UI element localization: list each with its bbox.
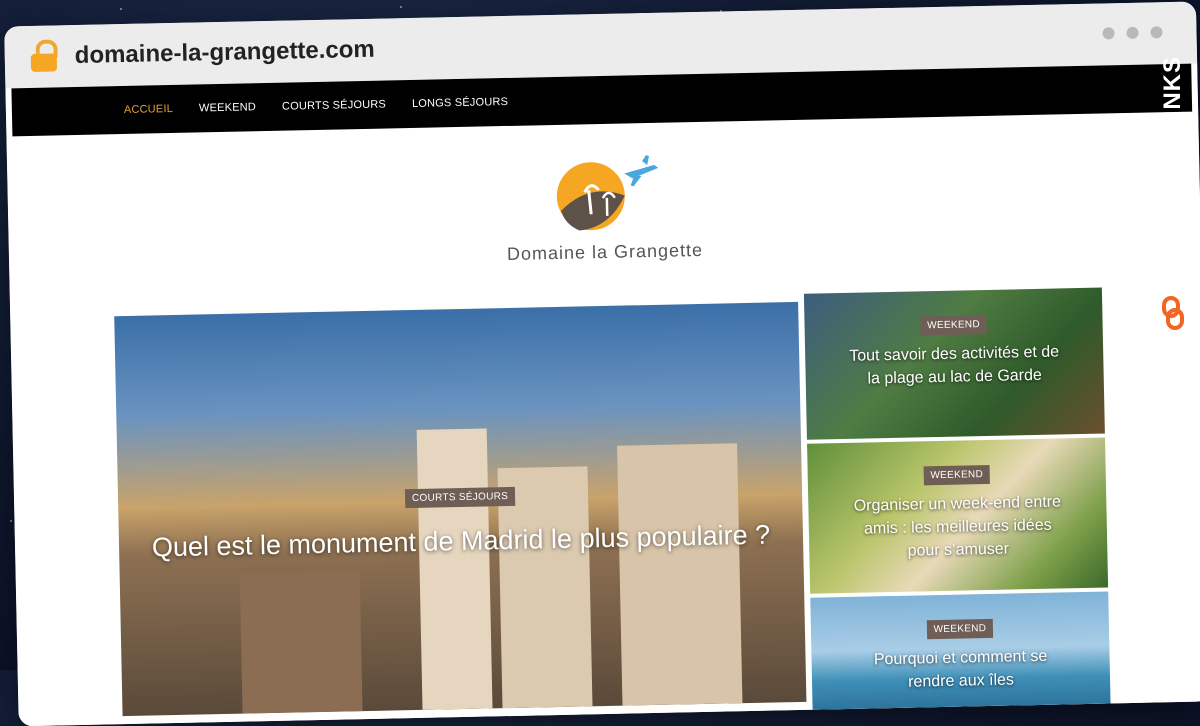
side-article[interactable]: WEEKEND Pourquoi et comment se rendre au…	[810, 591, 1111, 718]
window-dot-icon[interactable]	[1126, 26, 1139, 39]
lock-icon	[28, 39, 61, 74]
building-silhouette	[416, 428, 493, 710]
featured-grid: COURTS SÉJOURS Quel est le monument de M…	[114, 287, 1111, 718]
window-dot-icon[interactable]	[1150, 26, 1163, 39]
side-overlay: WEEKEND Organiser un week-end entre amis…	[808, 462, 1108, 566]
nav-item-courts-sejours[interactable]: COURTS SÉJOURS	[282, 99, 386, 113]
side-overlay: WEEKEND Tout savoir des activités et de …	[804, 312, 1103, 393]
logo-icon	[538, 151, 670, 236]
window-dot-icon[interactable]	[1102, 27, 1115, 40]
side-article[interactable]: WEEKEND Organiser un week-end entre amis…	[807, 437, 1109, 594]
category-tag[interactable]: COURTS SÉJOURS	[404, 486, 516, 509]
category-tag[interactable]: WEEKEND	[920, 314, 988, 336]
window-controls	[1102, 26, 1163, 40]
watermark-text: GUESTPOSTLINKS	[1159, 56, 1186, 291]
nav-item-longs-sejours[interactable]: LONGS SÉJOURS	[412, 96, 508, 110]
side-title[interactable]: Organiser un week-end entre amis : les m…	[808, 490, 1107, 566]
site-logo[interactable]: Domaine la Grangette	[6, 111, 1200, 304]
site-name: Domaine la Grangette	[506, 239, 704, 264]
side-article[interactable]: WEEKEND Tout savoir des activités et de …	[803, 287, 1105, 440]
fountain-silhouette	[239, 571, 363, 714]
address-bar[interactable]: domaine-la-grangette.com	[74, 36, 375, 70]
browser-window: domaine-la-grangette.com ACCUEIL WEEKEND…	[4, 1, 1200, 726]
side-title[interactable]: Tout savoir des activités et de la plage…	[805, 340, 1104, 393]
nav-item-accueil[interactable]: ACCUEIL	[124, 103, 173, 116]
category-tag[interactable]: WEEKEND	[926, 618, 994, 640]
nav-item-weekend[interactable]: WEEKEND	[199, 101, 256, 114]
category-tag[interactable]: WEEKEND	[923, 464, 991, 486]
hero-article[interactable]: COURTS SÉJOURS Quel est le monument de M…	[114, 301, 807, 717]
web-page: ACCUEIL WEEKEND COURTS SÉJOURS LONGS SÉJ…	[5, 63, 1200, 726]
link-icon	[1161, 296, 1185, 331]
watermark-ribbon: GUESTPOSTLINKS	[1152, 56, 1194, 356]
hero-overlay: COURTS SÉJOURS Quel est le monument de M…	[118, 480, 803, 567]
side-overlay: WEEKEND Pourquoi et comment se rendre au…	[811, 615, 1110, 696]
